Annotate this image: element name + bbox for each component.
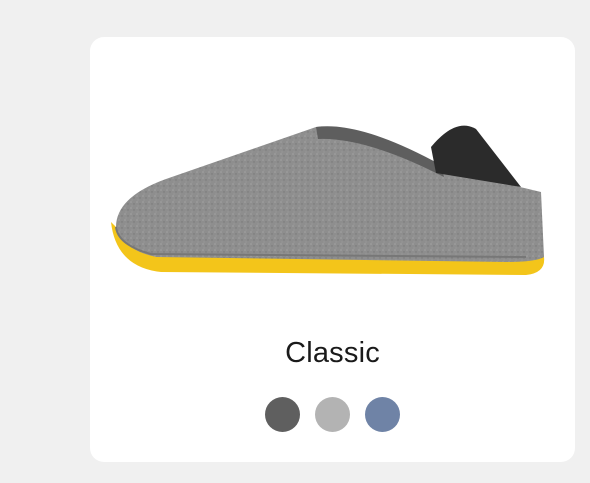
product-name: Classic — [285, 337, 380, 369]
swatch-dark-grey[interactable] — [265, 397, 300, 432]
swatch-light-grey[interactable] — [315, 397, 350, 432]
swatch-blue-grey[interactable] — [365, 397, 400, 432]
color-swatches — [90, 397, 575, 432]
product-card[interactable]: Classic — [90, 37, 575, 462]
product-image[interactable] — [106, 117, 546, 297]
